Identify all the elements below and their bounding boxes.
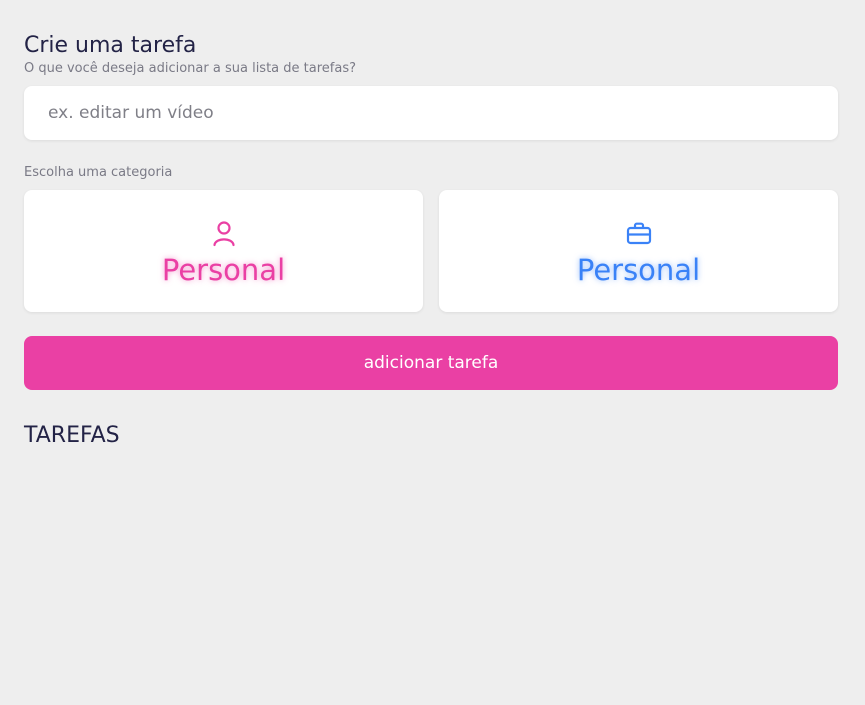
category-personal-label: Personal [161,253,286,287]
form-subtitle: O que você deseja adicionar a sua lista … [24,61,356,76]
add-task-button[interactable]: adicionar tarefa [24,336,838,390]
category-business-label: Personal [576,253,701,287]
briefcase-icon [624,218,654,248]
task-input[interactable] [24,86,838,140]
tasks-heading: TAREFAS [24,423,120,448]
task-input-wrapper [24,86,838,140]
form-title: Crie uma tarefa [24,33,197,58]
user-icon [209,218,239,248]
category-business-card[interactable]: Personal [439,190,838,312]
category-label: Escolha uma categoria [24,165,173,180]
category-personal-card[interactable]: Personal [24,190,423,312]
